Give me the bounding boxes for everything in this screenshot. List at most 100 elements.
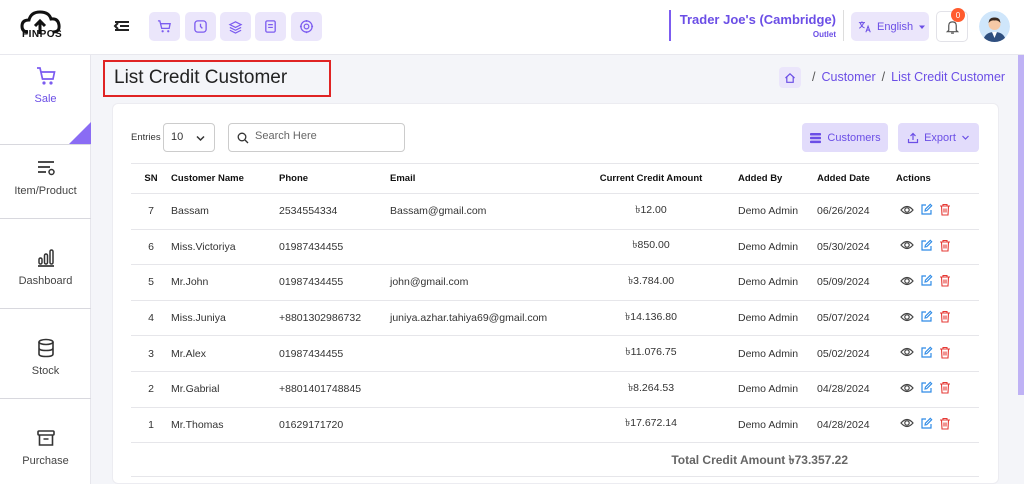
eye-icon (900, 312, 914, 321)
menu-collapse-icon[interactable] (113, 15, 131, 37)
view-button[interactable] (900, 239, 914, 254)
row-phone: +8801401748845 (279, 371, 390, 408)
row-added-date: 04/28/2024 (817, 407, 896, 444)
edit-button[interactable] (920, 417, 933, 433)
row-credit-amount: ৳12.00 (564, 193, 738, 230)
row-actions (896, 300, 979, 337)
trash-icon (940, 382, 950, 394)
sidebar-item-dashboard[interactable]: Dashboard (0, 219, 91, 309)
delete-button[interactable] (939, 417, 951, 433)
quick-target-button[interactable] (291, 12, 322, 41)
translate-icon (858, 20, 871, 32)
column-header-phone[interactable]: Phone (279, 163, 390, 194)
edit-button[interactable] (920, 203, 933, 219)
avatar[interactable] (979, 11, 1010, 42)
column-header-added-by[interactable]: Added By (738, 163, 817, 194)
row-customer-name: Bassam (171, 193, 279, 230)
entries-select[interactable]: 10 (163, 123, 215, 152)
row-phone: 01987434455 (279, 335, 390, 372)
row-customer-name: Miss.Victoriya (171, 229, 279, 266)
delete-button[interactable] (939, 274, 951, 290)
table-row: 4 Miss.Juniya +8801302986732 juniya.azhar.t… (131, 300, 979, 337)
view-button[interactable] (900, 346, 914, 361)
edit-button[interactable] (920, 346, 933, 362)
column-header-actions: Actions (896, 163, 979, 194)
brand-logo-text: FINPOS (22, 29, 63, 40)
column-header-added-date[interactable]: Added Date (817, 163, 896, 194)
edit-icon (921, 381, 933, 393)
sidebar-item-label: Sale (34, 93, 57, 105)
view-button[interactable] (900, 204, 914, 219)
row-phone: 01987434455 (279, 264, 390, 301)
delete-button[interactable] (939, 381, 951, 397)
delete-button[interactable] (939, 310, 951, 326)
table-row: 2 Mr.Gabrial +8801401748845 ৳8.264.53 Demo A… (131, 371, 979, 408)
table-row: 5 Mr.John 01987434455 john@gmail.com ৳3.784.… (131, 264, 979, 301)
breadcrumb-customer[interactable]: Customer (821, 70, 875, 84)
edit-icon (921, 310, 933, 322)
search-input[interactable] (255, 130, 395, 142)
quick-stock-button[interactable] (220, 12, 251, 41)
row-credit-amount: ৳11.076.75 (564, 335, 738, 372)
search-icon (237, 132, 249, 144)
view-button[interactable] (900, 275, 914, 290)
edit-button[interactable] (920, 381, 933, 397)
row-actions (896, 193, 979, 230)
language-selector[interactable]: English (851, 12, 929, 41)
row-sn: 1 (131, 407, 171, 444)
edit-button[interactable] (920, 274, 933, 290)
sidebar: Sale Item/Product Dashboard Stock Purcha… (0, 55, 91, 484)
row-added-date: 05/02/2024 (817, 335, 896, 372)
cloud-upload-icon (20, 10, 61, 34)
edit-icon (921, 417, 933, 429)
row-actions (896, 264, 979, 301)
export-button[interactable]: Export (898, 123, 979, 152)
row-email: Bassam@gmail.com (390, 193, 564, 230)
archive-icon (36, 430, 55, 446)
home-icon (785, 72, 795, 83)
customers-button[interactable]: Customers (802, 123, 888, 152)
view-button[interactable] (900, 417, 914, 432)
store-name[interactable]: Trader Joe's (Cambridge) (680, 12, 836, 27)
column-header-sn[interactable]: SN (131, 163, 171, 194)
column-header-credit-amount[interactable]: Current Credit Amount (564, 163, 738, 194)
clock-icon (194, 20, 207, 33)
row-added-by: Demo Admin (738, 300, 817, 337)
delete-button[interactable] (939, 346, 951, 362)
quick-receipt-button[interactable] (255, 12, 286, 41)
chevron-down-icon (961, 135, 969, 140)
row-sn: 7 (131, 193, 171, 230)
divider (131, 476, 979, 477)
row-added-by: Demo Admin (738, 371, 817, 408)
delete-button[interactable] (939, 239, 951, 255)
table-row: 1 Mr.Thomas 01629171720 ৳17.672.14 Demo Admi… (131, 407, 979, 444)
view-button[interactable] (900, 311, 914, 326)
row-added-date: 06/26/2024 (817, 193, 896, 230)
cart-icon (36, 67, 56, 85)
breadcrumb-home[interactable] (779, 67, 801, 88)
sidebar-item-purchase[interactable]: Purchase (0, 399, 91, 484)
quick-sale-button[interactable] (149, 12, 180, 41)
row-email: juniya.azhar.tahiya69@gmail.com (390, 300, 564, 337)
list-icon (810, 132, 822, 143)
stack-icon (228, 21, 243, 34)
sidebar-item-item-product[interactable]: Item/Product (0, 129, 91, 219)
view-button[interactable] (900, 382, 914, 397)
export-button-label: Export (924, 131, 956, 144)
store-type: Outlet (812, 30, 836, 39)
row-customer-name: Mr.John (171, 264, 279, 301)
quick-history-button[interactable] (185, 12, 216, 41)
column-header-customer-name[interactable]: Customer Name (171, 163, 279, 194)
search-box[interactable] (228, 123, 405, 152)
eye-icon (900, 205, 914, 214)
edit-button[interactable] (920, 239, 933, 255)
row-email (390, 371, 564, 408)
delete-button[interactable] (939, 203, 951, 219)
table-row: 6 Miss.Victoriya 01987434455 ৳850.00 Demo Ad… (131, 229, 979, 266)
edit-icon (921, 346, 933, 358)
scrollbar[interactable] (1018, 55, 1024, 395)
sidebar-item-stock[interactable]: Stock (0, 309, 91, 399)
trash-icon (940, 346, 950, 359)
column-header-email[interactable]: Email (390, 163, 564, 194)
edit-button[interactable] (920, 310, 933, 326)
